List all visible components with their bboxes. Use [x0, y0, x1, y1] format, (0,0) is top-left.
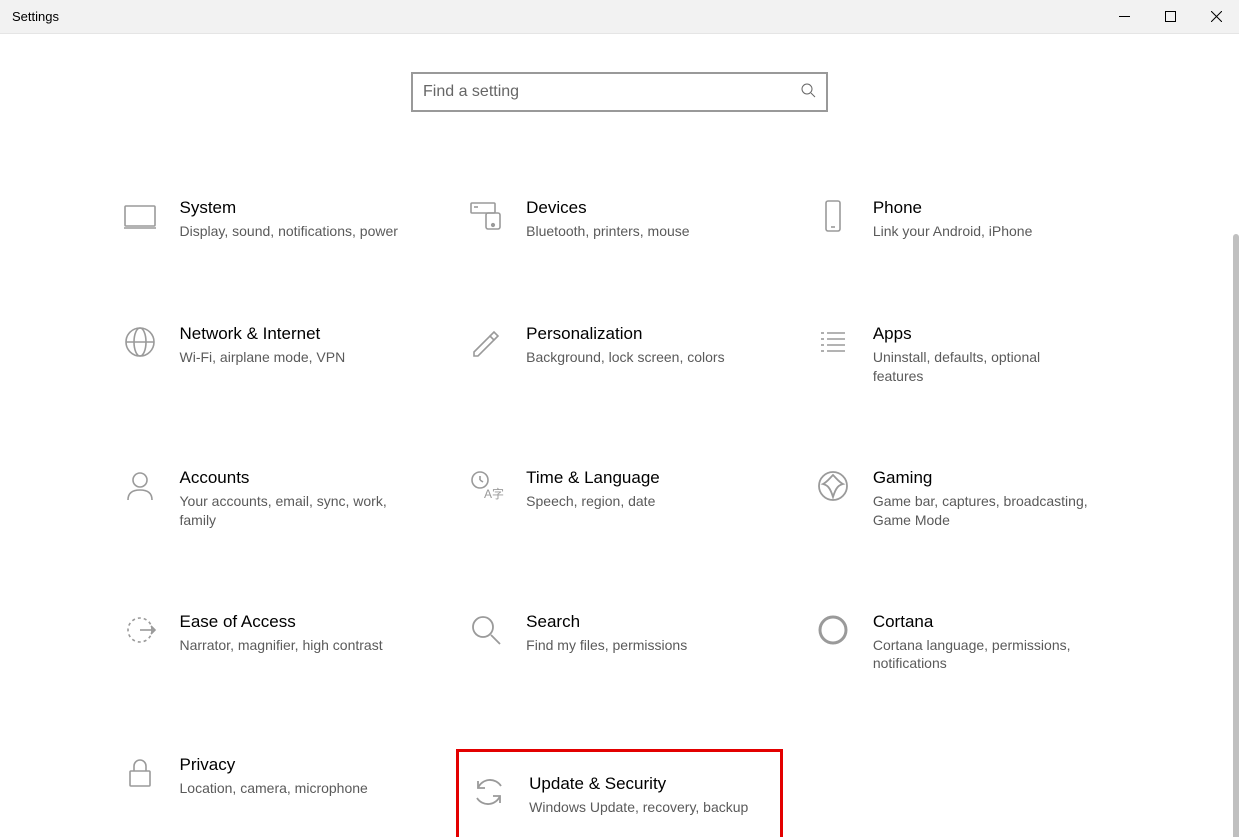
tile-title: Search	[526, 612, 687, 632]
tile-title: Personalization	[526, 324, 724, 344]
tile-ease-of-access[interactable]: Ease of Access Narrator, magnifier, high…	[110, 606, 437, 680]
tile-desc: Uninstall, defaults, optional features	[873, 348, 1093, 386]
system-icon	[118, 198, 162, 242]
settings-grid: System Display, sound, notifications, po…	[110, 192, 1130, 837]
tile-title: Accounts	[180, 468, 400, 488]
tile-privacy[interactable]: Privacy Location, camera, microphone	[110, 749, 437, 837]
window-title: Settings	[12, 9, 59, 24]
tile-system[interactable]: System Display, sound, notifications, po…	[110, 192, 437, 248]
tile-apps[interactable]: Apps Uninstall, defaults, optional featu…	[803, 318, 1130, 392]
magnifier-icon	[464, 612, 508, 656]
tile-desc: Link your Android, iPhone	[873, 222, 1033, 241]
globe-icon	[118, 324, 162, 368]
tile-desc: Cortana language, permissions, notificat…	[873, 636, 1093, 674]
search-icon	[800, 82, 816, 103]
search-input[interactable]	[423, 83, 800, 101]
tile-time-language[interactable]: A字 Time & Language Speech, region, date	[456, 462, 783, 536]
tile-desc: Find my files, permissions	[526, 636, 687, 655]
tile-desc: Bluetooth, printers, mouse	[526, 222, 689, 241]
tile-desc: Your accounts, email, sync, work, family	[180, 492, 400, 530]
tile-network[interactable]: Network & Internet Wi-Fi, airplane mode,…	[110, 318, 437, 392]
gaming-icon	[811, 468, 855, 512]
tile-desc: Narrator, magnifier, high contrast	[180, 636, 383, 655]
tile-accounts[interactable]: Accounts Your accounts, email, sync, wor…	[110, 462, 437, 536]
title-bar: Settings	[0, 0, 1239, 34]
svg-text:A字: A字	[484, 486, 504, 501]
tile-desc: Display, sound, notifications, power	[180, 222, 398, 241]
tile-personalization[interactable]: Personalization Background, lock screen,…	[456, 318, 783, 392]
devices-icon	[464, 198, 508, 242]
maximize-button[interactable]	[1147, 0, 1193, 33]
tile-title: System	[180, 198, 398, 218]
tile-title: Network & Internet	[180, 324, 346, 344]
tile-title: Devices	[526, 198, 689, 218]
paint-icon	[464, 324, 508, 368]
tile-desc: Game bar, captures, broadcasting, Game M…	[873, 492, 1093, 530]
ease-icon	[118, 612, 162, 656]
phone-icon	[811, 198, 855, 242]
tile-cortana[interactable]: Cortana Cortana language, permissions, n…	[803, 606, 1130, 680]
person-icon	[118, 468, 162, 512]
tile-desc: Windows Update, recovery, backup	[529, 798, 748, 817]
tile-desc: Speech, region, date	[526, 492, 660, 511]
tile-desc: Wi-Fi, airplane mode, VPN	[180, 348, 346, 367]
tile-desc: Location, camera, microphone	[180, 779, 368, 798]
search-container	[0, 72, 1239, 112]
apps-icon	[811, 324, 855, 368]
tile-devices[interactable]: Devices Bluetooth, printers, mouse	[456, 192, 783, 248]
minimize-button[interactable]	[1101, 0, 1147, 33]
tile-phone[interactable]: Phone Link your Android, iPhone	[803, 192, 1130, 248]
tile-title: Apps	[873, 324, 1093, 344]
tile-title: Gaming	[873, 468, 1093, 488]
tile-title: Time & Language	[526, 468, 660, 488]
tile-title: Phone	[873, 198, 1033, 218]
search-box[interactable]	[411, 72, 828, 112]
tile-title: Privacy	[180, 755, 368, 775]
tile-title: Cortana	[873, 612, 1093, 632]
tile-search[interactable]: Search Find my files, permissions	[456, 606, 783, 680]
update-icon	[467, 774, 511, 818]
tile-desc: Background, lock screen, colors	[526, 348, 724, 367]
time-language-icon: A字	[464, 468, 508, 512]
tile-title: Ease of Access	[180, 612, 383, 632]
content-area: System Display, sound, notifications, po…	[0, 34, 1239, 837]
tile-update-security[interactable]: Update & Security Windows Update, recove…	[456, 749, 783, 837]
close-button[interactable]	[1193, 0, 1239, 33]
cortana-icon	[811, 612, 855, 656]
lock-icon	[118, 755, 162, 799]
window-controls	[1101, 0, 1239, 33]
tile-gaming[interactable]: Gaming Game bar, captures, broadcasting,…	[803, 462, 1130, 536]
scrollbar[interactable]	[1233, 234, 1239, 837]
tile-title: Update & Security	[529, 774, 748, 794]
